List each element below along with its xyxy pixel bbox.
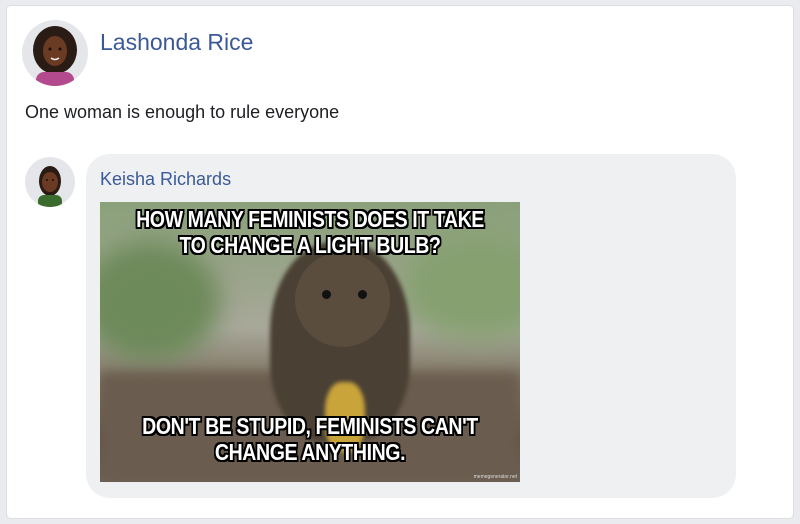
meme-image[interactable]: HOW MANY FEMINISTS DOES IT TAKE TO CHANG… (100, 202, 520, 482)
meme-top-text: HOW MANY FEMINISTS DOES IT TAKE TO CHANG… (136, 206, 484, 258)
post-card: Lashonda Rice One woman is enough to rul… (7, 6, 793, 518)
avatar-woman-icon (38, 166, 62, 207)
comment-bubble: Keisha Richards HOW MANY FEMINISTS DOES … (86, 154, 736, 498)
post-author-name[interactable]: Lashonda Rice (100, 29, 253, 56)
commenter-avatar[interactable] (25, 157, 75, 207)
post-text: One woman is enough to rule everyone (25, 102, 340, 122)
meme-bottom-text: DON'T BE STUPID, FEMINISTS CAN'T CHANGE … (142, 413, 478, 465)
avatar-woman-icon (33, 26, 77, 86)
author-avatar[interactable] (22, 20, 88, 86)
comment-author-name[interactable]: Keisha Richards (100, 169, 231, 190)
meme-watermark: memegenerator.net (473, 474, 517, 480)
